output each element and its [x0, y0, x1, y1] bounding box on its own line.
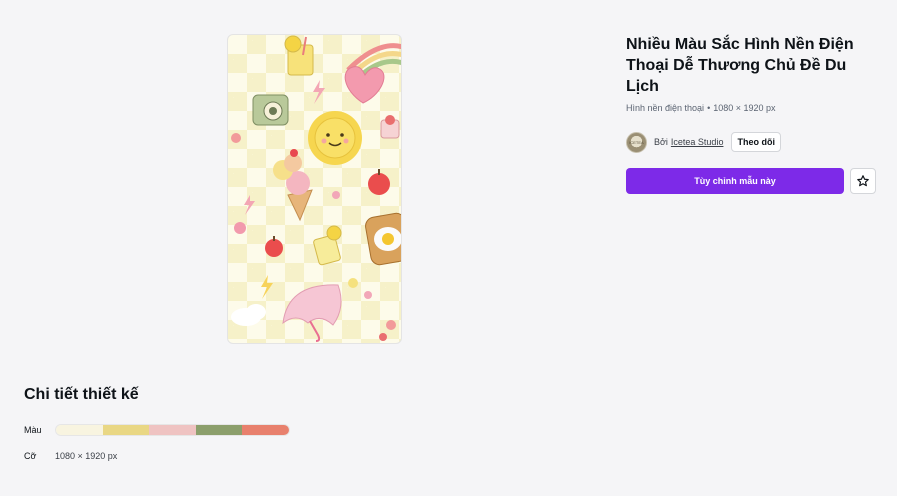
umbrella-icon: [282, 284, 342, 342]
template-dimensions: 1080 × 1920 px: [713, 103, 776, 113]
cup-icon: [380, 115, 400, 139]
lemonade-icon: [284, 35, 314, 76]
sun-icon: [308, 111, 362, 165]
template-type: Hình nền điện thoại: [626, 103, 705, 113]
avatar-text: ICETEA: [629, 139, 644, 145]
favorite-button[interactable]: [850, 168, 876, 194]
lemonade-icon-2: [313, 225, 342, 266]
size-label: Cỡ: [24, 451, 37, 461]
color-swatch[interactable]: [195, 425, 243, 435]
template-meta: Hình nền điện thoại • 1080 × 1920 px: [626, 103, 776, 113]
color-label: Màu: [24, 425, 42, 435]
by-label: Bởi: [654, 137, 668, 147]
wallpaper-artwork: [231, 35, 401, 342]
color-swatch[interactable]: [149, 425, 196, 435]
camera-icon: [252, 94, 289, 126]
cloud-icon: [231, 304, 266, 326]
design-details-heading: Chi tiết thiết kế: [24, 386, 139, 403]
toast-egg-icon: [365, 212, 401, 266]
template-preview[interactable]: [227, 34, 402, 344]
color-swatch[interactable]: [56, 425, 103, 435]
avatar[interactable]: ICETEA: [626, 131, 647, 153]
rainbow-heart-icon: [344, 43, 401, 104]
template-title: Nhiều Màu Sắc Hình Nền Điện Thoại Dễ Thư…: [626, 36, 854, 95]
author-row: ICETEA Bởi Icetea Studio Theo dõi: [626, 131, 781, 153]
customize-template-button[interactable]: Tùy chỉnh mẫu này: [626, 168, 844, 194]
star-icon: [857, 175, 869, 187]
size-value: 1080 × 1920 px: [55, 451, 118, 461]
follow-button[interactable]: Theo dõi: [731, 132, 781, 152]
author-link[interactable]: Icetea Studio: [671, 137, 724, 147]
meta-separator: •: [707, 103, 711, 113]
ice-cream-icon: [273, 149, 313, 222]
color-palette: [55, 424, 290, 436]
color-swatch[interactable]: [242, 425, 289, 435]
color-swatch[interactable]: [102, 425, 150, 435]
